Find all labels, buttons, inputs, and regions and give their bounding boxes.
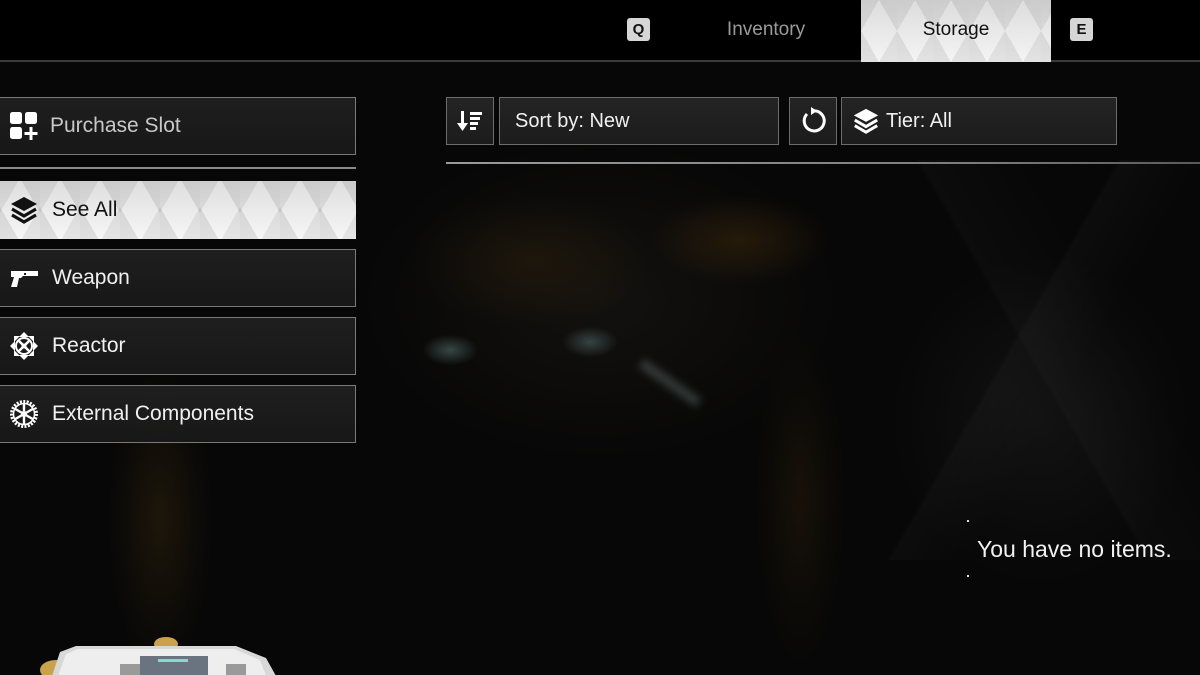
purchase-slot-button[interactable]: Purchase Slot [0,97,356,155]
sidebar-item-reactor[interactable]: Reactor [0,317,356,375]
refresh-icon [798,106,828,136]
prev-tab-key-hint[interactable]: Q [627,18,650,41]
sort-by-dropdown[interactable]: Sort by: New [499,97,779,145]
grid-plus-icon [9,111,39,141]
sort-descending-icon [455,106,485,136]
tab-inventory[interactable]: Inventory [690,0,842,62]
reactor-icon [9,331,39,361]
pistol-icon [9,263,39,293]
next-tab-key-hint[interactable]: E [1070,18,1093,41]
sidebar-item-weapon[interactable]: Weapon [0,249,356,307]
gear-wheel-icon [9,399,39,429]
sidebar-item-external-components[interactable]: External Components [0,385,356,443]
tier-filter-label: Tier: All [886,109,952,132]
sidebar-item-label: See All [52,198,118,221]
tab-storage[interactable]: Storage [861,0,1051,62]
sidebar-item-label: External Components [52,402,254,425]
sidebar-divider [0,167,356,169]
layers-icon [852,107,880,135]
decorative-dot [967,520,969,522]
top-tab-bar: Q Inventory Storage E [0,0,1200,62]
tier-filter-dropdown[interactable]: Tier: All [841,97,1117,145]
decorative-dot [967,575,969,577]
sidebar-item-label: Reactor [52,334,126,357]
reset-filters-button[interactable] [789,97,837,145]
toolbar-divider [446,162,1200,164]
empty-state-message: You have no items. [977,536,1172,562]
layers-icon [9,195,39,225]
sort-by-label: Sort by: New [515,109,630,132]
sidebar-item-see-all[interactable]: See All [0,181,356,239]
sort-order-button[interactable] [446,97,494,145]
descendant-robot-preview [36,636,276,675]
background-pattern [860,160,1200,560]
sidebar-item-label: Weapon [52,266,130,289]
purchase-slot-label: Purchase Slot [50,114,181,137]
